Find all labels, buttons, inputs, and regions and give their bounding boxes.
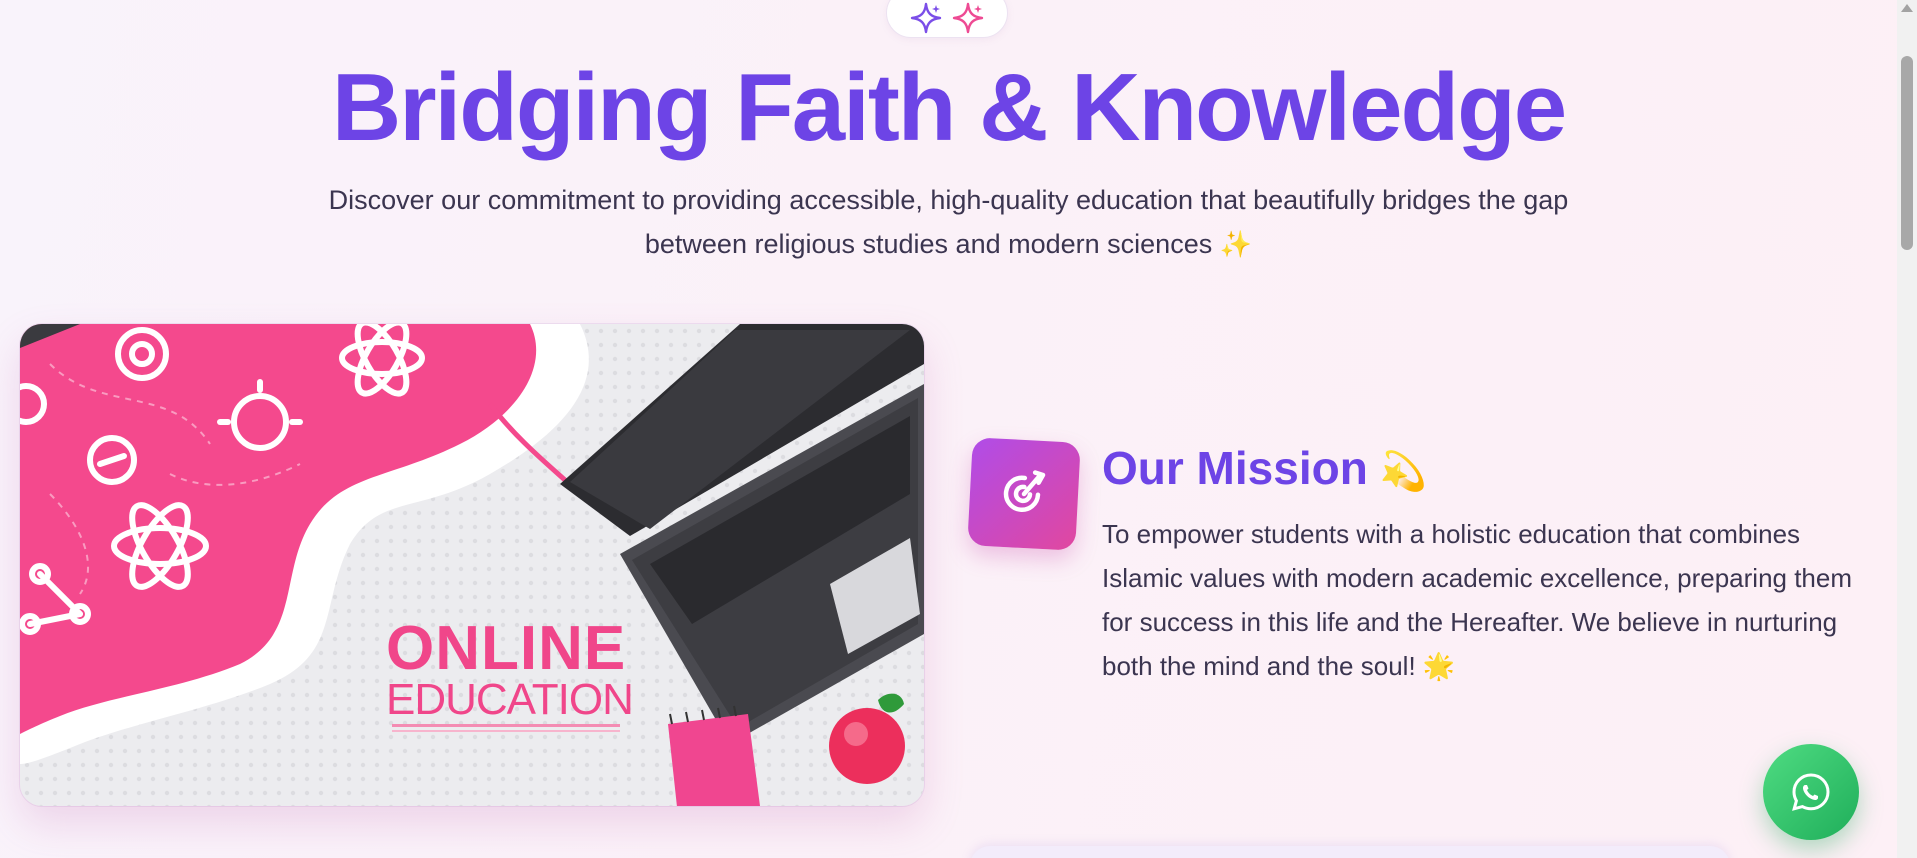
sparkle-icon: [952, 2, 984, 34]
online-headline: ONLINE: [386, 614, 627, 683]
mission-title-text: Our Mission: [1102, 442, 1368, 494]
online-education-illustration: [20, 324, 924, 806]
subtitle-line-2: between religious studies and modern sci…: [644, 229, 1213, 259]
page-subtitle: Discover our commitment to providing acc…: [260, 178, 1637, 266]
page-viewport: Bridging Faith & Knowledge Discover our …: [0, 0, 1897, 858]
scrollbar-thumb[interactable]: [1901, 56, 1913, 250]
subtitle-line-1: Discover our commitment to providing acc…: [328, 185, 1569, 215]
online-education-image: ONLINE EDUCATION: [20, 324, 924, 806]
sparkle-badge: [886, 0, 1008, 38]
whatsapp-button[interactable]: [1763, 744, 1859, 840]
star-emoji: 🌟: [1422, 651, 1456, 681]
underline-decoration: [392, 724, 620, 727]
sparkles-emoji: ✨: [1219, 229, 1253, 259]
mission-description: To empower students with a holistic educ…: [1102, 512, 1882, 688]
target-icon: [1003, 470, 1046, 512]
mission-title: Our Mission 💫: [1102, 440, 1427, 500]
education-subheadline: EDUCATION: [386, 675, 634, 724]
scroll-up-arrow-icon[interactable]: [1901, 4, 1913, 12]
mission-description-text: To empower students with a holistic educ…: [1102, 519, 1853, 681]
dizzy-emoji: 💫: [1379, 451, 1428, 493]
mission-icon-badge: [967, 437, 1081, 551]
whatsapp-icon: [1792, 773, 1830, 811]
next-section-card: [970, 846, 1730, 858]
underline-decoration: [392, 730, 620, 732]
sparkle-icon: [910, 2, 942, 34]
vertical-scrollbar[interactable]: [1897, 0, 1917, 858]
page-title: Bridging Faith & Knowledge: [331, 54, 1567, 161]
